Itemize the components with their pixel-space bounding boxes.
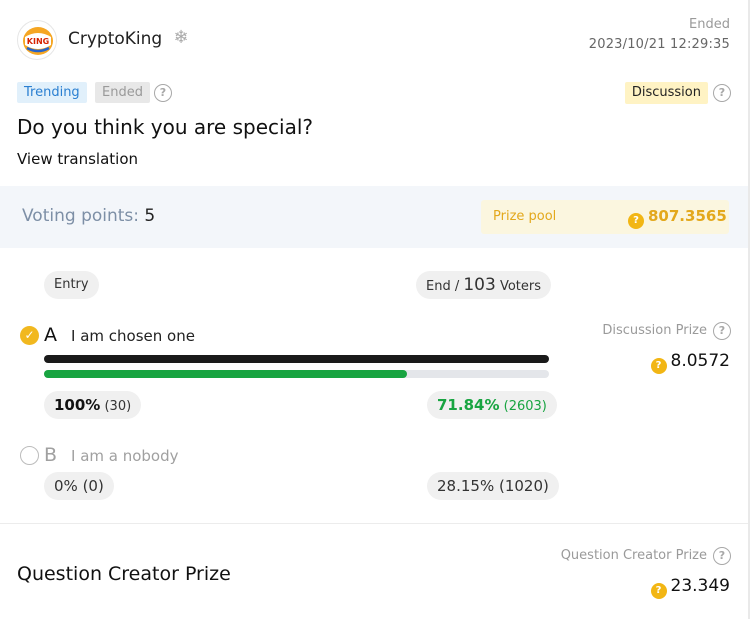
username[interactable]: CryptoKing bbox=[68, 29, 162, 49]
option-b-radio[interactable] bbox=[20, 446, 39, 465]
question-title: Do you think you are special? bbox=[17, 115, 313, 139]
discussion-prize-help-icon[interactable]: ? bbox=[713, 322, 731, 340]
help-icon[interactable]: ? bbox=[154, 84, 172, 102]
discussion-help-icon[interactable]: ? bbox=[713, 84, 731, 102]
creator-prize-title: Question Creator Prize bbox=[17, 563, 231, 585]
option-b-letter: B bbox=[44, 444, 58, 466]
option-b-entry-result: 0% (0) bbox=[44, 472, 114, 500]
svg-text:KING: KING bbox=[27, 37, 49, 46]
voting-points: Voting points: 5 bbox=[22, 206, 155, 226]
burger-king-logo: KING bbox=[23, 27, 53, 55]
voters-count: 103 bbox=[463, 275, 496, 295]
coin-icon: ? bbox=[628, 213, 644, 229]
ended-tag: Ended bbox=[95, 82, 150, 103]
discussion-prize-label: Discussion Prize bbox=[602, 323, 707, 338]
poll-status: Ended bbox=[689, 17, 730, 32]
entry-progress-bar bbox=[44, 355, 549, 363]
option-a-entry-result: 100% (30) bbox=[44, 391, 142, 419]
option-b-label[interactable]: I am a nobody bbox=[71, 447, 179, 465]
view-translation-link[interactable]: View translation bbox=[17, 150, 138, 168]
divider bbox=[0, 523, 750, 524]
creator-prize-value: ? 23.349 bbox=[650, 576, 730, 599]
discussion-tag[interactable]: Discussion bbox=[624, 82, 708, 104]
end-voters-pill: End / 103 Voters bbox=[416, 271, 552, 299]
end-progress-fill bbox=[44, 370, 407, 378]
voting-points-value: 5 bbox=[144, 206, 156, 226]
option-a-letter: A bbox=[44, 324, 57, 346]
creator-prize-label: Question Creator Prize bbox=[560, 548, 707, 563]
option-a-end-result: 71.84% (2603) bbox=[427, 391, 557, 419]
avatar[interactable]: KING bbox=[17, 20, 57, 60]
coin-icon: ? bbox=[650, 358, 667, 374]
voting-points-label: Voting points: bbox=[22, 206, 140, 226]
prize-pool-value: ? 807.3565 bbox=[628, 207, 727, 229]
snowflake-badge-icon: ❄ bbox=[173, 27, 189, 48]
discussion-prize-value: ? 8.0572 bbox=[650, 351, 730, 374]
entry-pill: Entry bbox=[44, 271, 99, 299]
trending-tag[interactable]: Trending bbox=[17, 82, 87, 103]
prize-pool-label: Prize pool bbox=[493, 209, 557, 224]
creator-prize-help-icon[interactable]: ? bbox=[713, 547, 731, 565]
coin-icon: ? bbox=[650, 583, 667, 599]
selected-check-icon[interactable]: ✓ bbox=[20, 326, 39, 345]
option-a-label[interactable]: I am chosen one bbox=[71, 327, 195, 345]
option-b-end-result: 28.15% (1020) bbox=[427, 472, 559, 500]
poll-timestamp: 2023/10/21 12:29:35 bbox=[588, 37, 730, 52]
